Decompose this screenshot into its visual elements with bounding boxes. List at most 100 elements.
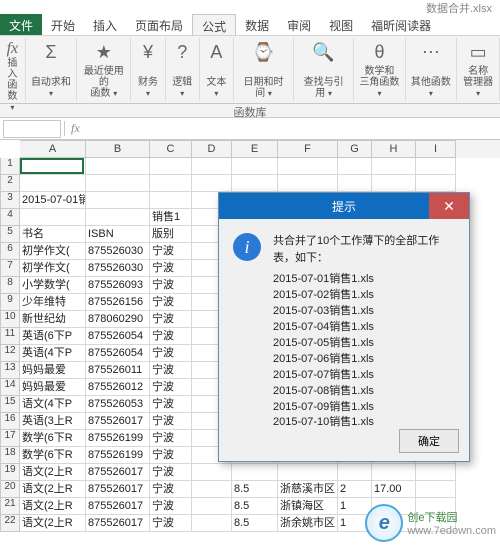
cell[interactable]: 875526017: [86, 481, 150, 498]
row-header[interactable]: 5: [0, 226, 20, 243]
cell[interactable]: 宁波: [150, 396, 192, 413]
cell[interactable]: 宁波: [150, 311, 192, 328]
cell[interactable]: [372, 464, 416, 481]
row-header[interactable]: 3: [0, 192, 20, 209]
ribbon-日期和时间[interactable]: ⌚日期和时间 ▾: [234, 38, 294, 101]
cell[interactable]: 875526199: [86, 430, 150, 447]
row-header[interactable]: 8: [0, 277, 20, 294]
cell[interactable]: 8.5: [232, 498, 278, 515]
row-header[interactable]: 20: [0, 481, 20, 498]
cell[interactable]: 878060290: [86, 311, 150, 328]
col-header-D[interactable]: D: [192, 140, 232, 158]
cell[interactable]: 宁波: [150, 328, 192, 345]
cell[interactable]: [20, 158, 86, 175]
cell[interactable]: 宁波: [150, 447, 192, 464]
cell[interactable]: [20, 175, 86, 192]
cell[interactable]: 宁波: [150, 413, 192, 430]
cell[interactable]: 8.5: [232, 481, 278, 498]
fx-icon[interactable]: fx: [64, 121, 86, 136]
cell[interactable]: 宁波: [150, 294, 192, 311]
cell[interactable]: 875526093: [86, 277, 150, 294]
cell[interactable]: [150, 175, 192, 192]
ribbon-最近使用的函数[interactable]: ★最近使用的函数 ▾: [77, 38, 131, 101]
table-row[interactable]: 2: [0, 175, 500, 192]
cell[interactable]: [86, 192, 150, 209]
cell[interactable]: 销售1: [150, 209, 192, 226]
tab-file[interactable]: 文件: [0, 14, 42, 35]
tab-福昕阅读器[interactable]: 福昕阅读器: [362, 14, 440, 35]
cell[interactable]: 语文(2上R: [20, 464, 86, 481]
tab-插入[interactable]: 插入: [84, 14, 126, 35]
cell[interactable]: 宁波: [150, 515, 192, 532]
cell[interactable]: [416, 464, 456, 481]
cell[interactable]: 语文(2上R: [20, 498, 86, 515]
row-header[interactable]: 21: [0, 498, 20, 515]
row-header[interactable]: 7: [0, 260, 20, 277]
cell[interactable]: [20, 209, 86, 226]
cell[interactable]: 妈妈最爱: [20, 379, 86, 396]
dialog-titlebar[interactable]: 提示 ✕: [219, 193, 469, 219]
cell[interactable]: [150, 192, 192, 209]
cell[interactable]: 语文(4下P: [20, 396, 86, 413]
cell[interactable]: 浙慈溪市区: [278, 481, 338, 498]
cell[interactable]: 875526053: [86, 396, 150, 413]
cell[interactable]: [338, 158, 372, 175]
cell[interactable]: 宁波: [150, 498, 192, 515]
name-box[interactable]: [3, 120, 61, 138]
cell[interactable]: 版别: [150, 226, 192, 243]
ok-button[interactable]: 确定: [399, 429, 459, 453]
table-row[interactable]: 20语文(2上R875526017宁波8.5浙慈溪市区217.00: [0, 481, 500, 498]
cell[interactable]: 宁波: [150, 277, 192, 294]
cell[interactable]: 875526030: [86, 260, 150, 277]
cell[interactable]: [372, 175, 416, 192]
cell[interactable]: 875526011: [86, 362, 150, 379]
cell[interactable]: 8.5: [232, 515, 278, 532]
cell[interactable]: [278, 464, 338, 481]
cell[interactable]: 妈妈最爱: [20, 362, 86, 379]
cell[interactable]: [338, 464, 372, 481]
cell[interactable]: [192, 464, 232, 481]
row-header[interactable]: 12: [0, 345, 20, 362]
cell[interactable]: 数学(6下R: [20, 447, 86, 464]
cell[interactable]: ISBN: [86, 226, 150, 243]
cell[interactable]: 875526030: [86, 243, 150, 260]
ribbon-文本[interactable]: A文本 ▾: [200, 38, 234, 101]
cell[interactable]: [278, 175, 338, 192]
row-header[interactable]: 14: [0, 379, 20, 396]
row-header[interactable]: 16: [0, 413, 20, 430]
cell[interactable]: 宁波: [150, 345, 192, 362]
cell[interactable]: 初学作文(: [20, 243, 86, 260]
cell[interactable]: [232, 464, 278, 481]
ribbon-插入函数[interactable]: fx插入函数 ▾: [0, 38, 26, 101]
row-header[interactable]: 15: [0, 396, 20, 413]
cell[interactable]: [232, 158, 278, 175]
cell[interactable]: 875526199: [86, 447, 150, 464]
cell[interactable]: 数学(6下R: [20, 430, 86, 447]
cell[interactable]: [416, 158, 456, 175]
cell[interactable]: 875526012: [86, 379, 150, 396]
cell[interactable]: 875526054: [86, 345, 150, 362]
cell[interactable]: 宁波: [150, 379, 192, 396]
tab-页面布局[interactable]: 页面布局: [126, 14, 192, 35]
ribbon-其他函数[interactable]: ⋯其他函数 ▾: [406, 38, 457, 101]
cell[interactable]: 17.00: [372, 481, 416, 498]
cell[interactable]: [86, 175, 150, 192]
cell[interactable]: 875526156: [86, 294, 150, 311]
tab-审阅[interactable]: 审阅: [278, 14, 320, 35]
cell[interactable]: 浙余姚市区: [278, 515, 338, 532]
row-header[interactable]: 2: [0, 175, 20, 192]
table-row[interactable]: 19语文(2上R875526017宁波: [0, 464, 500, 481]
tab-公式[interactable]: 公式: [192, 14, 236, 35]
cell[interactable]: [416, 175, 456, 192]
col-header-C[interactable]: C: [150, 140, 192, 158]
row-header[interactable]: 9: [0, 294, 20, 311]
table-row[interactable]: 1: [0, 158, 500, 175]
cell[interactable]: 875526054: [86, 328, 150, 345]
formula-input[interactable]: [86, 120, 500, 138]
row-header[interactable]: 22: [0, 515, 20, 532]
cell[interactable]: [278, 158, 338, 175]
ribbon-自动求和[interactable]: Σ自动求和 ▾: [26, 38, 77, 101]
cell[interactable]: [192, 481, 232, 498]
col-header-H[interactable]: H: [372, 140, 416, 158]
ribbon-数学和三角函数[interactable]: θ数学和三角函数 ▾: [354, 38, 405, 101]
